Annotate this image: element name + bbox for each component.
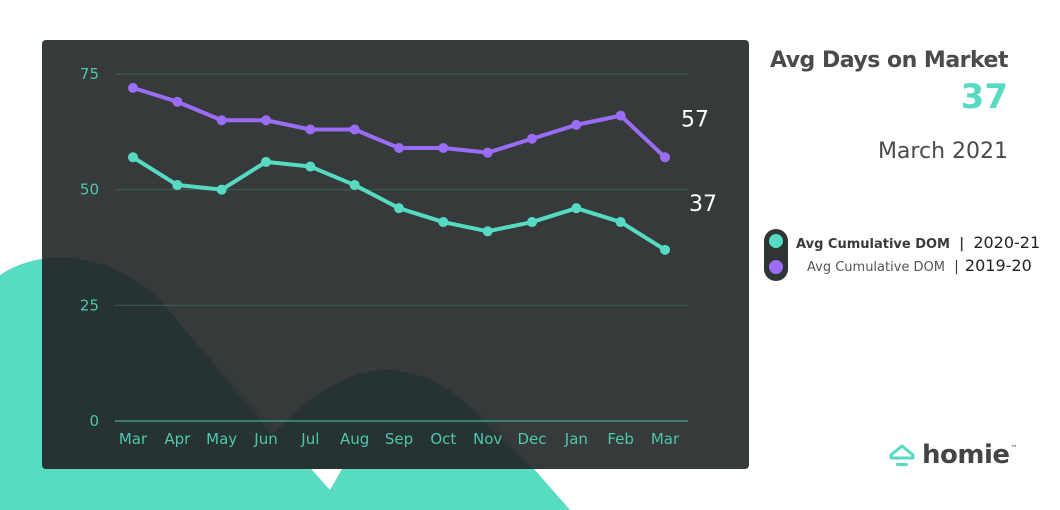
x-tick-label: Apr	[164, 430, 191, 448]
legend-separator: |	[959, 236, 965, 252]
series-2020-21	[128, 152, 670, 255]
legend-dot-2020-21	[769, 234, 783, 248]
data-point	[216, 184, 227, 195]
data-point	[571, 203, 582, 214]
summary-panel: Avg Days on Market 37 March 2021	[769, 48, 1009, 164]
data-point	[172, 96, 183, 107]
data-point	[660, 152, 670, 163]
data-point	[615, 110, 626, 121]
x-tick-label: Dec	[517, 430, 546, 448]
x-tick-label: Mar	[651, 430, 680, 448]
data-point	[305, 161, 316, 172]
data-point	[527, 217, 537, 228]
x-tick-label: Nov	[473, 430, 502, 448]
y-tick-label: 50	[80, 181, 99, 199]
data-point	[394, 203, 404, 214]
x-tick-label: Jan	[564, 430, 588, 448]
period-label: March 2021	[877, 139, 1008, 164]
end-value-label: 37	[689, 192, 717, 217]
x-tick-label: May	[206, 430, 237, 448]
x-tick-label: Jul	[300, 430, 319, 448]
logo-text: homie	[922, 440, 1010, 470]
line-chart: 0 25 50 75 Mar Apr May Jun Jul Aug Sep Oct Nov Dec Ja…	[80, 65, 717, 448]
legend-item-2020-21: Avg Cumulative DOM | 2020-21	[796, 233, 1040, 252]
chart-title: Avg Days on Market	[769, 48, 1009, 73]
end-value-label: 57	[681, 107, 709, 132]
data-point	[660, 244, 670, 255]
x-tick-label: Mar	[119, 430, 148, 448]
x-tick-label: Aug	[340, 430, 369, 448]
data-point	[571, 119, 582, 130]
data-point	[482, 226, 493, 237]
legend-dot-2019-20	[769, 260, 783, 274]
x-tick-label: Jun	[253, 430, 277, 448]
house-roof-icon	[889, 444, 915, 466]
data-point	[128, 82, 138, 93]
data-point	[438, 217, 449, 228]
y-tick-label: 25	[80, 296, 99, 314]
data-point	[172, 180, 183, 191]
data-point	[305, 124, 316, 135]
legend-item-2019-20: Avg Cumulative DOM | 2019-20	[807, 256, 1032, 275]
legend-separator: |	[954, 259, 959, 275]
data-point	[482, 147, 493, 158]
x-tick-label: Oct	[430, 430, 456, 448]
homie-logo: homie ™	[888, 440, 1018, 470]
data-point	[438, 143, 449, 154]
trademark-symbol: ™	[1010, 444, 1018, 452]
x-tick-label: Feb	[607, 430, 634, 448]
data-point	[394, 143, 404, 154]
data-point	[216, 115, 227, 126]
legend-period: 2019-20	[964, 256, 1032, 275]
legend-series-name: Avg Cumulative DOM	[796, 237, 950, 252]
data-point	[261, 115, 271, 126]
data-point	[349, 180, 360, 191]
legend-period: 2020-21	[973, 233, 1041, 252]
data-point	[128, 152, 138, 163]
legend-series-name: Avg Cumulative DOM	[807, 260, 945, 275]
series-2019-20	[128, 82, 670, 163]
y-tick-label: 0	[89, 412, 99, 430]
y-tick-label: 75	[80, 65, 99, 83]
data-point	[261, 156, 271, 167]
current-value: 37	[960, 77, 1008, 117]
data-point	[349, 124, 360, 135]
chart-card: 0 25 50 75 Mar Apr May Jun Jul Aug Sep Oct Nov Dec Ja…	[42, 40, 749, 469]
x-tick-label: Sep	[385, 430, 413, 448]
data-point	[615, 217, 626, 228]
legend-swatch-pill	[764, 229, 788, 281]
data-point	[527, 133, 537, 144]
